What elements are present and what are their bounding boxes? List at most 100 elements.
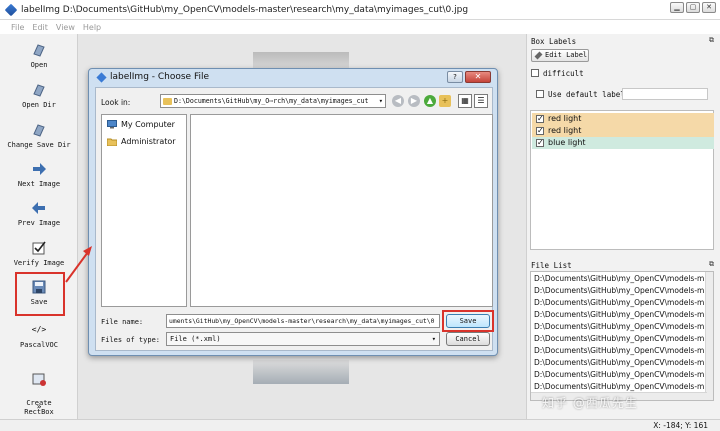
file-list-item[interactable]: D:\Documents\GitHub\my_OpenCV\models-m bbox=[534, 333, 704, 345]
menu-help[interactable]: Help bbox=[83, 23, 101, 32]
file-type-dropdown[interactable]: File (*.xml) ▾ bbox=[166, 332, 440, 346]
edit-label-button[interactable]: Edit Label bbox=[531, 49, 589, 62]
label-item-text: red light bbox=[548, 114, 582, 123]
arrow-right-icon bbox=[33, 163, 46, 175]
file-list-item[interactable]: D:\Documents\GitHub\my_OpenCV\models-m bbox=[534, 345, 704, 357]
dialog-close-button[interactable]: ✕ bbox=[465, 71, 491, 83]
use-default-label-checkbox[interactable] bbox=[536, 90, 544, 98]
rectbox-icon bbox=[32, 373, 46, 386]
look-in-label: Look in: bbox=[101, 98, 131, 107]
label-item-checkbox[interactable] bbox=[536, 137, 544, 149]
file-list-item[interactable]: D:\Documents\GitHub\my_OpenCV\models-m bbox=[534, 369, 704, 381]
verify-image-label: Verify Image bbox=[13, 259, 65, 267]
file-list-vertical-scrollbar[interactable] bbox=[705, 272, 713, 400]
edit-label-text: Edit Label bbox=[545, 51, 588, 59]
image-fragment-bottom bbox=[253, 360, 349, 384]
save-highlight-box bbox=[15, 272, 65, 316]
box-labels-header: Box Labels ⧉ bbox=[527, 34, 720, 49]
label-item[interactable]: red light bbox=[532, 113, 714, 125]
dialog-body: Look in: D:\Documents\GitHub\my_O⋯rch\my… bbox=[95, 87, 494, 351]
label-item[interactable]: blue light bbox=[532, 137, 714, 149]
file-list-item[interactable]: D:\Documents\GitHub\my_OpenCV\models-m bbox=[534, 309, 704, 321]
watermark: 知乎 @西瓜先生 bbox=[542, 396, 638, 410]
back-icon[interactable]: ◀ bbox=[392, 95, 404, 107]
menu-file[interactable]: File bbox=[11, 23, 24, 32]
label-item[interactable]: red light bbox=[532, 125, 714, 137]
toolbar-more-button[interactable]: » bbox=[0, 402, 78, 411]
file-type-value: File (*.xml) bbox=[170, 335, 221, 343]
label-item-checkbox[interactable] bbox=[536, 113, 544, 125]
menu-edit[interactable]: Edit bbox=[32, 23, 48, 32]
window-title: labelImg D:\Documents\GitHub\my_OpenCV\m… bbox=[21, 4, 469, 15]
open-button[interactable]: Open bbox=[0, 42, 78, 69]
place-label: Administrator bbox=[121, 137, 176, 146]
label-item-checkbox[interactable] bbox=[536, 125, 544, 137]
code-icon: </> bbox=[31, 325, 47, 334]
float-dock-icon[interactable]: ⧉ bbox=[709, 36, 714, 45]
file-name-label: File name: bbox=[101, 318, 144, 326]
format-toggle-button[interactable]: </> PascalVOC bbox=[0, 322, 78, 349]
minimize-button[interactable]: ▁ bbox=[670, 2, 684, 13]
format-label: PascalVOC bbox=[20, 341, 58, 349]
file-type-label: Files of type: bbox=[101, 336, 161, 344]
folder-icon bbox=[163, 98, 172, 105]
label-item-text: red light bbox=[548, 126, 582, 135]
file-list-title: File List bbox=[531, 261, 572, 270]
new-folder-icon[interactable]: + bbox=[439, 95, 451, 107]
label-item-text: blue light bbox=[548, 138, 586, 147]
arrow-left-icon bbox=[32, 202, 45, 214]
change-save-dir-icon bbox=[33, 124, 45, 137]
change-save-dir-button[interactable]: Change Save Dir bbox=[0, 122, 78, 149]
file-name-input[interactable]: uments\GitHub\my_OpenCV\models-master\re… bbox=[166, 314, 440, 328]
chevron-down-icon: ▾ bbox=[431, 335, 436, 343]
prev-image-button[interactable]: Prev Image bbox=[0, 200, 78, 227]
dialog-cancel-button[interactable]: Cancel bbox=[446, 332, 490, 346]
file-list: D:\Documents\GitHub\my_OpenCV\models-m D… bbox=[530, 271, 714, 401]
place-my-computer[interactable]: My Computer bbox=[107, 120, 175, 129]
folder-icon bbox=[107, 138, 117, 146]
file-list-item[interactable]: D:\Documents\GitHub\my_OpenCV\models-m bbox=[534, 297, 704, 309]
cursor-coordinates: X: -184; Y: 161 bbox=[653, 421, 708, 430]
place-administrator[interactable]: Administrator bbox=[107, 137, 176, 146]
file-browser-area[interactable] bbox=[190, 114, 493, 307]
pencil-icon bbox=[534, 51, 543, 60]
dialog-title-bar: labelImg - Choose File bbox=[96, 71, 210, 83]
dialog-help-button[interactable]: ? bbox=[447, 71, 463, 83]
file-list-item[interactable]: D:\Documents\GitHub\my_OpenCV\models-m bbox=[534, 321, 704, 333]
menu-view[interactable]: View bbox=[56, 23, 75, 32]
default-label-input[interactable] bbox=[622, 88, 708, 100]
file-list-item[interactable]: D:\Documents\GitHub\my_OpenCV\models-m bbox=[534, 357, 704, 369]
look-in-dropdown[interactable]: D:\Documents\GitHub\my_O⋯rch\my_data\myi… bbox=[160, 94, 386, 108]
chevron-down-icon: ▾ bbox=[378, 97, 383, 105]
difficult-checkbox[interactable] bbox=[531, 69, 539, 77]
maximize-button[interactable]: ▢ bbox=[686, 2, 700, 13]
open-dir-button[interactable]: Open Dir bbox=[0, 82, 78, 109]
change-save-dir-label: Change Save Dir bbox=[7, 141, 71, 149]
verify-image-button[interactable]: Verify Image bbox=[0, 240, 78, 267]
look-in-value: D:\Documents\GitHub\my_O⋯rch\my_data\myi… bbox=[174, 97, 369, 105]
float-dock-icon[interactable]: ⧉ bbox=[709, 260, 714, 269]
list-view-icon[interactable]: ▦ bbox=[458, 94, 472, 108]
forward-icon[interactable]: ▶ bbox=[408, 95, 420, 107]
close-button[interactable]: ✕ bbox=[702, 2, 716, 13]
up-folder-icon[interactable]: ▲ bbox=[424, 95, 436, 107]
detail-view-icon[interactable]: ☰ bbox=[474, 94, 488, 108]
file-list-item[interactable]: D:\Documents\GitHub\my_OpenCV\models-m bbox=[534, 285, 704, 297]
next-image-label: Next Image bbox=[17, 180, 61, 188]
use-default-label-label: Use default label bbox=[548, 90, 625, 99]
window-title-bar: labelImg D:\Documents\GitHub\my_OpenCV\m… bbox=[0, 0, 720, 20]
next-image-button[interactable]: Next Image bbox=[0, 161, 78, 188]
open-dir-label: Open Dir bbox=[22, 101, 56, 109]
open-dir-icon bbox=[33, 84, 45, 97]
computer-icon bbox=[107, 120, 117, 129]
places-sidebar: My Computer Administrator bbox=[101, 114, 187, 307]
place-label: My Computer bbox=[121, 120, 175, 129]
dialog-title: labelImg - Choose File bbox=[110, 72, 210, 82]
file-list-item[interactable]: D:\Documents\GitHub\my_OpenCV\models-m bbox=[534, 273, 704, 285]
box-labels-title: Box Labels bbox=[531, 37, 577, 46]
open-icon bbox=[33, 44, 45, 57]
app-icon bbox=[96, 71, 107, 83]
choose-file-dialog: labelImg - Choose File ? ✕ Look in: D:\D… bbox=[88, 68, 498, 356]
prev-image-label: Prev Image bbox=[17, 219, 61, 227]
menu-bar: File Edit View Help bbox=[0, 20, 720, 34]
